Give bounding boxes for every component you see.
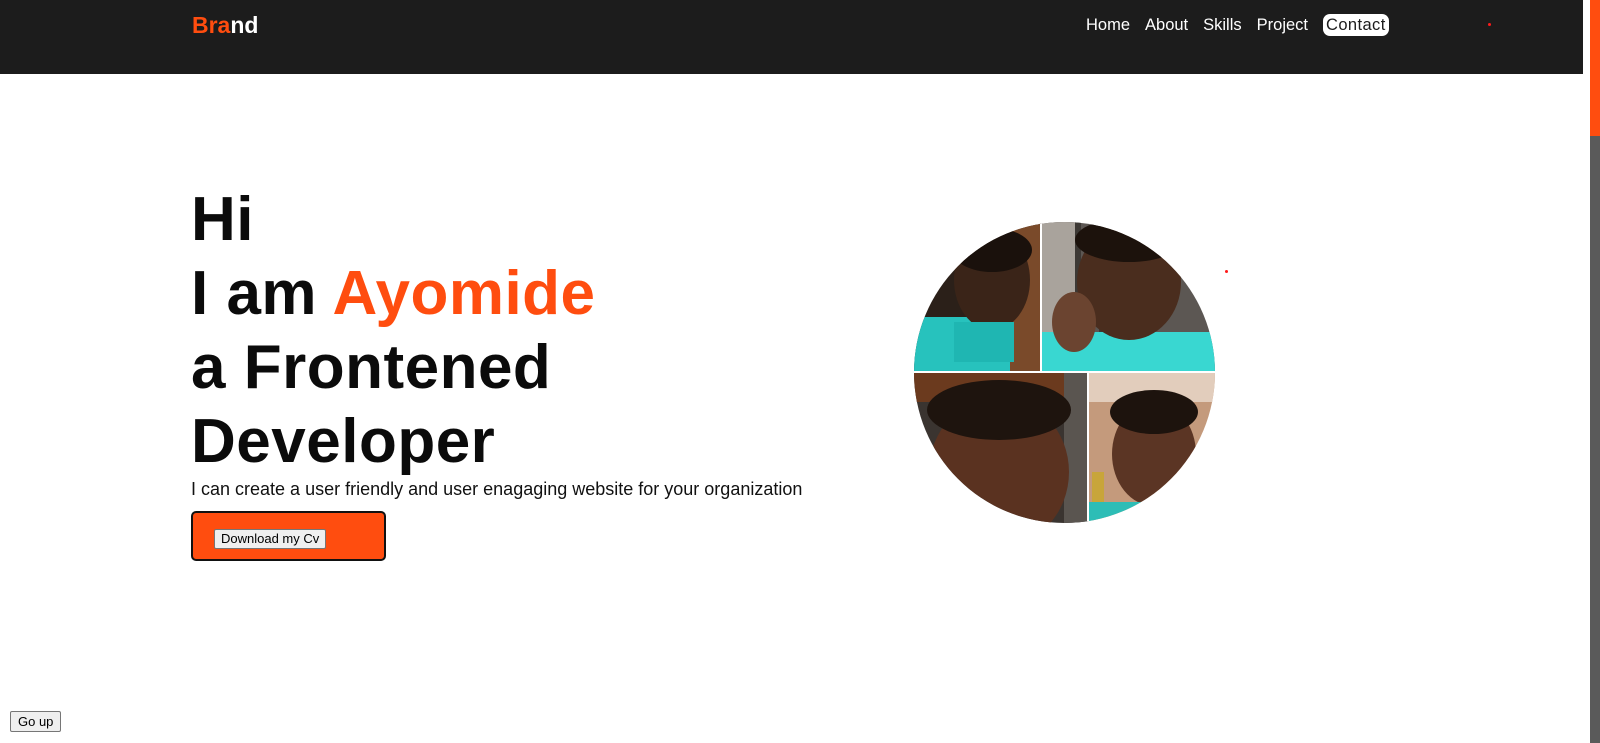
hero-name: Ayomide [332, 259, 596, 328]
download-cv-button[interactable]: Download my Cv [214, 529, 327, 549]
hero-intro-line: I am Ayomide [191, 257, 596, 331]
cv-button-container: Download my Cv [191, 511, 386, 561]
go-up-button[interactable]: Go up [10, 711, 62, 732]
scrollbar-thumb[interactable] [1590, 0, 1600, 136]
hero-role-line-1: a Frontened [191, 333, 552, 402]
top-navbar: Brand Home About Skills Project Contact [0, 0, 1583, 74]
red-dot-decoration [1488, 23, 1491, 26]
page-scrollbar[interactable] [1590, 0, 1600, 743]
brand-rest-text: nd [230, 12, 259, 38]
nav-project-link[interactable]: Project [1257, 14, 1308, 36]
hero-greeting: Hi [191, 185, 254, 254]
main-nav: Home About Skills Project Contact [1086, 14, 1389, 36]
hero-intro: I am [191, 259, 333, 328]
nav-about-link[interactable]: About [1145, 14, 1188, 36]
nav-skills-link[interactable]: Skills [1203, 14, 1242, 36]
hero-role-line-2: Developer [191, 407, 496, 476]
profile-photo-collage [914, 222, 1215, 523]
profile-photo-image [914, 222, 1215, 523]
page: Brand Home About Skills Project Contact … [0, 0, 1600, 743]
brand-logo[interactable]: Brand [192, 12, 258, 39]
nav-home-link[interactable]: Home [1086, 14, 1130, 36]
red-dot-decoration [1225, 270, 1228, 273]
nav-contact-link[interactable]: Contact [1323, 14, 1389, 36]
hero-heading: Hi I am Ayomide a Frontened Developer [191, 183, 596, 479]
hero-tagline: I can create a user friendly and user en… [191, 479, 803, 499]
brand-accent-text: Bra [192, 12, 231, 38]
